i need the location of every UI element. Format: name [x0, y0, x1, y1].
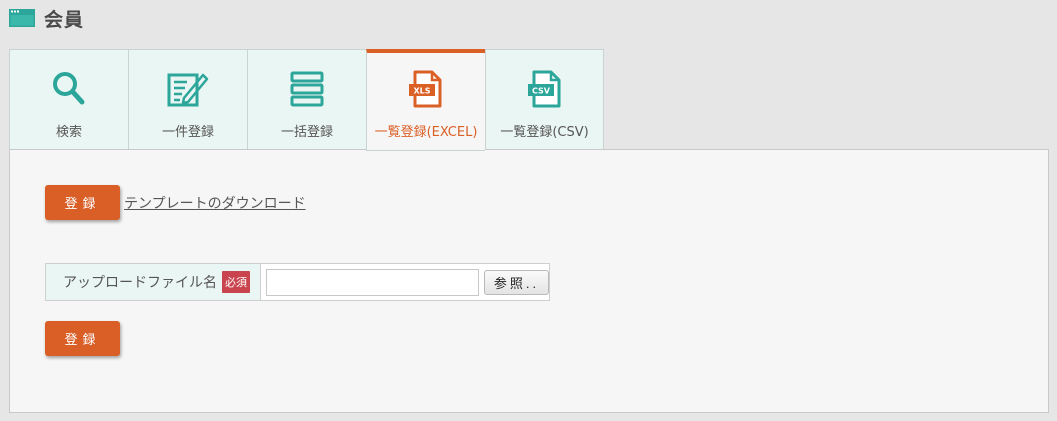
file-name-field[interactable]: [266, 268, 479, 296]
tab-label: 検索: [55, 125, 82, 140]
edit-form-icon: [167, 73, 209, 107]
tab-search[interactable]: 検索: [9, 49, 128, 150]
browse-button[interactable]: 参照..: [484, 269, 549, 295]
tab-list-register-csv[interactable]: CSV 一覧登録(CSV): [485, 49, 604, 150]
tab-bar: 検索 一件登録 一括登録 XLS 一覧登録(EXCEL) CSV 一覧登録(CS…: [9, 49, 604, 151]
tab-label: 一件登録: [161, 125, 214, 140]
upload-input-cell: 参照..: [261, 264, 549, 300]
submit-register-button[interactable]: 登録: [45, 321, 120, 356]
tab-list-register-excel[interactable]: XLS 一覧登録(EXCEL): [366, 49, 485, 151]
tab-label: 一覧登録(CSV): [500, 125, 589, 140]
required-badge: 必須: [222, 271, 250, 293]
csv-icon-text: CSV: [532, 87, 551, 96]
search-icon: [53, 72, 85, 105]
xls-file-icon: XLS: [409, 70, 442, 108]
excel-register-panel: 登録 テンプレートのダウンロード アップロードファイル名 必須 参照.. 登録: [9, 149, 1049, 413]
csv-file-icon: CSV: [527, 70, 560, 108]
tab-label: 一括登録: [280, 125, 333, 140]
tab-single-register[interactable]: 一件登録: [128, 49, 247, 150]
list-rows-icon: [290, 71, 324, 107]
page-header: 会員: [9, 6, 85, 31]
page-title: 会員: [44, 8, 85, 31]
tab-label: 一覧登録(EXCEL): [374, 125, 478, 140]
template-download-link[interactable]: テンプレートのダウンロード: [124, 193, 306, 213]
upload-label-cell: アップロードファイル名 必須: [46, 264, 261, 300]
upload-file-row: アップロードファイル名 必須 参照..: [45, 263, 550, 301]
window-icon: [9, 9, 35, 27]
upload-file-label: アップロードファイル名: [63, 275, 217, 291]
register-button[interactable]: 登録: [45, 185, 120, 220]
tab-bulk-register[interactable]: 一括登録: [247, 49, 366, 150]
xls-icon-text: XLS: [413, 87, 430, 96]
